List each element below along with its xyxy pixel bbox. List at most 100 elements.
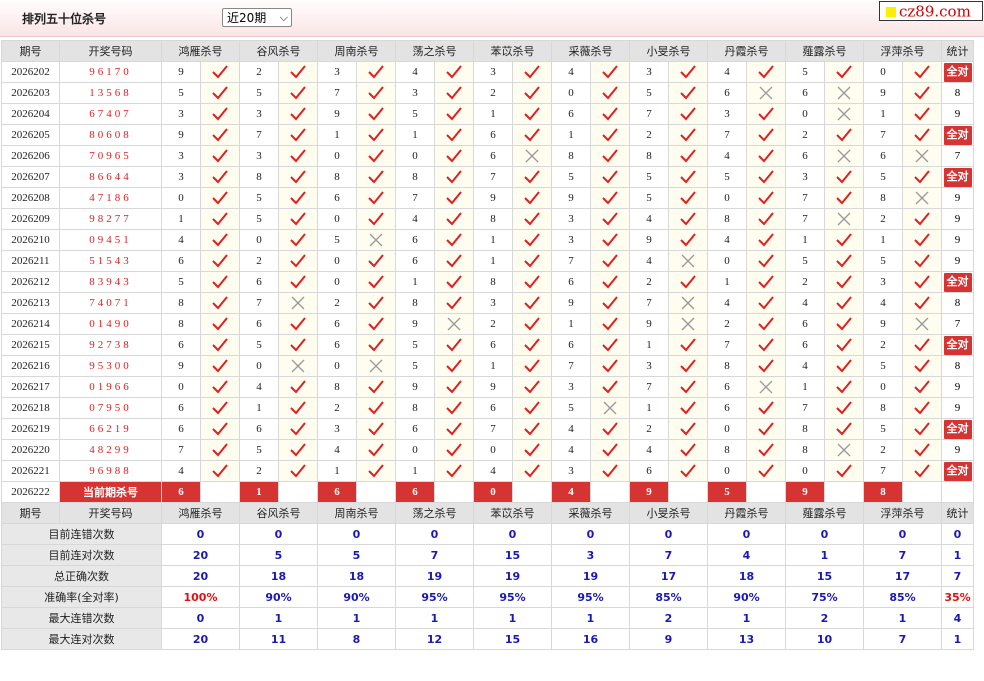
check-icon [524, 212, 540, 226]
check-icon [212, 275, 228, 289]
period-cell: 2026219 [1, 418, 60, 440]
result-mark-cell [668, 166, 708, 188]
result-mark-cell [200, 334, 240, 356]
kill-number-cell: 3 [239, 103, 279, 125]
check-icon [368, 380, 384, 394]
check-icon [680, 443, 696, 457]
kill-number-cell: 2 [239, 460, 279, 482]
check-icon [290, 107, 306, 121]
stat-cell: 7 [941, 145, 974, 167]
kill-number-cell: 1 [161, 208, 201, 230]
check-icon [758, 254, 774, 268]
result-mark-cell [590, 187, 630, 209]
result-mark-cell [512, 397, 552, 419]
check-icon [602, 296, 618, 310]
result-mark-cell [902, 313, 942, 335]
column-header: 薤露杀号 [785, 502, 864, 524]
page-title: 排列五十位杀号 [22, 12, 107, 26]
kill-number-cell: 8 [473, 271, 513, 293]
kill-number-cell: 7 [629, 376, 669, 398]
result-mark-cell [824, 355, 864, 377]
check-icon [680, 464, 696, 478]
site-logo[interactable]: cz89.com [879, 1, 983, 21]
result-mark-cell [590, 82, 630, 104]
current-kill-label: 当前期杀号 [59, 481, 162, 503]
cross-icon [369, 359, 383, 373]
result-mark-cell [902, 250, 942, 272]
result-mark-cell [746, 187, 786, 209]
draw-number-cell: 51543 [59, 250, 162, 272]
table-row: 2026219 66219 6 6 3 6 7 4 2 0 8 5 全对 [1, 418, 974, 440]
period-cell: 2026208 [1, 187, 60, 209]
summary-value: 8 [317, 628, 396, 650]
result-mark-cell [512, 439, 552, 461]
result-mark-cell [434, 334, 474, 356]
kill-number-cell: 5 [395, 355, 435, 377]
result-mark-cell [200, 292, 240, 314]
check-icon [524, 380, 540, 394]
result-mark-cell [824, 124, 864, 146]
draw-number-cell: 83943 [59, 271, 162, 293]
table-row: 2026210 09451 4 0 5 6 1 3 9 4 1 1 9 [1, 229, 974, 251]
summary-value: 0 [161, 607, 240, 629]
current-kill-number: 9 [785, 481, 825, 503]
cross-icon [525, 149, 539, 163]
period-range-select[interactable]: 近20期 ⌵ [222, 8, 292, 27]
summary-value: 1 [785, 544, 864, 566]
kill-number-cell: 2 [863, 439, 903, 461]
summary-row: 最大连对次数 20 11 8 12 15 16 9 13 10 7 1 [1, 628, 974, 650]
current-period-row: 2026222 当前期杀号 6 1 6 6 0 4 9 5 9 8 [1, 481, 974, 503]
kill-number-cell: 8 [239, 166, 279, 188]
kill-number-cell: 3 [551, 376, 591, 398]
summary-value: 100% [161, 586, 240, 608]
result-mark-cell [434, 292, 474, 314]
check-icon [290, 149, 306, 163]
summary-value: 5 [317, 544, 396, 566]
summary-value: 17 [629, 565, 708, 587]
result-mark-cell [356, 460, 396, 482]
kill-number-cell: 5 [707, 166, 747, 188]
stat-cell: 9 [941, 208, 974, 230]
check-icon [758, 464, 774, 478]
check-icon [602, 317, 618, 331]
kill-number-cell: 6 [785, 145, 825, 167]
stat-cell: 9 [941, 376, 974, 398]
column-header: 采薇杀号 [551, 502, 630, 524]
kill-number-cell: 4 [629, 208, 669, 230]
result-mark-cell [434, 103, 474, 125]
kill-number-cell: 6 [785, 82, 825, 104]
kill-number-cell: 1 [629, 334, 669, 356]
check-icon [212, 443, 228, 457]
result-mark-cell [824, 418, 864, 440]
period-cell: 2026211 [1, 250, 60, 272]
result-mark-cell [278, 334, 318, 356]
check-icon [368, 443, 384, 457]
result-mark-cell [200, 208, 240, 230]
summary-value: 0 [551, 523, 630, 545]
check-icon [212, 107, 228, 121]
kill-number-cell: 5 [629, 82, 669, 104]
result-mark-cell [746, 61, 786, 83]
check-icon [680, 401, 696, 415]
check-icon [368, 86, 384, 100]
summary-value: 7 [629, 544, 708, 566]
kill-number-cell: 4 [395, 61, 435, 83]
summary-value: 90% [239, 586, 318, 608]
check-icon [368, 107, 384, 121]
column-header: 苯苡杀号 [473, 40, 552, 62]
result-mark-cell [746, 145, 786, 167]
kill-number-cell: 0 [239, 229, 279, 251]
result-mark-cell [512, 355, 552, 377]
check-icon [212, 338, 228, 352]
check-icon [836, 464, 852, 478]
result-mark-cell [824, 82, 864, 104]
kill-number-cell: 5 [863, 166, 903, 188]
check-icon [602, 464, 618, 478]
result-mark-cell [200, 313, 240, 335]
empty-cell [824, 481, 864, 503]
cross-icon [837, 149, 851, 163]
check-icon [836, 65, 852, 79]
result-mark-cell [434, 166, 474, 188]
kill-number-cell: 6 [161, 397, 201, 419]
result-mark-cell [902, 292, 942, 314]
